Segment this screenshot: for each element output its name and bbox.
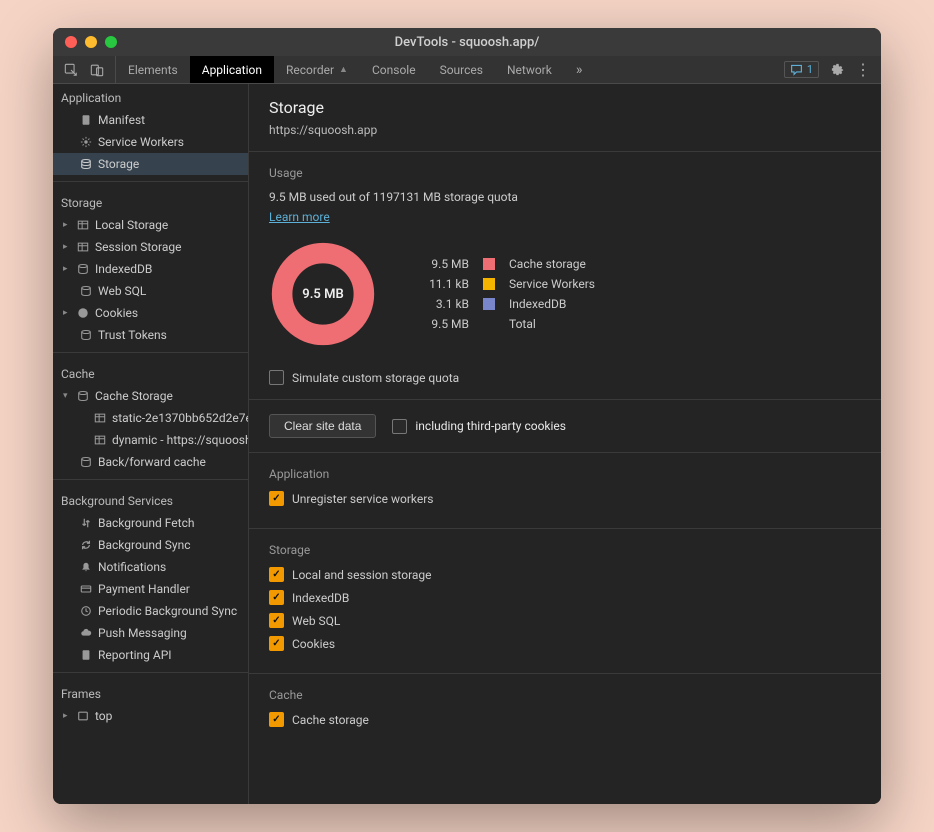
database-icon xyxy=(79,455,93,469)
window-title: DevTools - squoosh.app/ xyxy=(53,35,881,50)
sidebar-item-periodic-sync[interactable]: Periodic Background Sync xyxy=(53,600,248,622)
legend-swatch-sw xyxy=(483,278,495,290)
sidebar-item-service-workers[interactable]: Service Workers xyxy=(53,131,248,153)
issues-badge[interactable]: 1 xyxy=(784,61,819,78)
more-icon[interactable]: ⋮ xyxy=(855,62,871,78)
clear-site-data-button[interactable]: Clear site data xyxy=(269,414,376,438)
tab-network[interactable]: Network xyxy=(495,56,564,83)
tab-elements[interactable]: Elements xyxy=(116,56,190,83)
document-icon xyxy=(79,113,93,127)
simulate-quota-label: Simulate custom storage quota xyxy=(292,371,459,385)
panel-tabs: Elements Application Recorder▲ Console S… xyxy=(116,56,594,83)
devtools-window: DevTools - squoosh.app/ Elements Applica… xyxy=(53,28,881,804)
sidebar-item-websql[interactable]: Web SQL xyxy=(53,280,248,302)
table-icon xyxy=(76,240,90,254)
usage-section: Usage 9.5 MB used out of 1197131 MB stor… xyxy=(249,152,881,400)
learn-more-link[interactable]: Learn more xyxy=(269,210,330,224)
inspect-icon[interactable] xyxy=(63,62,79,78)
sidebar-item-payment[interactable]: Payment Handler xyxy=(53,578,248,600)
legend-swatch-idb xyxy=(483,298,495,310)
sidebar-item-bfcache[interactable]: Back/forward cache xyxy=(53,451,248,473)
sidebar-item-session-storage[interactable]: Session Storage xyxy=(53,236,248,258)
sidebar-item-cookies[interactable]: Cookies xyxy=(53,302,248,324)
tab-console[interactable]: Console xyxy=(360,56,428,83)
simulate-quota-checkbox[interactable] xyxy=(269,370,284,385)
sidebar-section-frames: Frames xyxy=(53,679,248,705)
device-toolbar-icon[interactable] xyxy=(89,62,105,78)
table-icon xyxy=(76,218,90,232)
sidebar-item-cache-dynamic[interactable]: dynamic - https://squoosh… xyxy=(53,429,248,451)
tab-application[interactable]: Application xyxy=(190,56,274,83)
main-panel: Storage https://squoosh.app Usage 9.5 MB… xyxy=(249,84,881,804)
sidebar-item-notifications[interactable]: Notifications xyxy=(53,556,248,578)
database-icon xyxy=(79,328,93,342)
recorder-indicator-icon: ▲ xyxy=(339,64,348,75)
application-clear-section: Application Unregister service workers xyxy=(249,453,881,529)
database-icon xyxy=(79,157,93,171)
sidebar-item-bg-sync[interactable]: Background Sync xyxy=(53,534,248,556)
page-title: Storage xyxy=(269,98,861,117)
tab-recorder[interactable]: Recorder▲ xyxy=(274,56,360,83)
clear-section: Clear site data including third-party co… xyxy=(249,400,881,453)
cloud-icon xyxy=(79,626,93,640)
chk-cache-storage[interactable] xyxy=(269,712,284,727)
sidebar-section-storage: Storage xyxy=(53,188,248,214)
sidebar-item-cache-static[interactable]: static-2e1370bb652d2e7e… xyxy=(53,407,248,429)
tabs-overflow-icon[interactable]: » xyxy=(564,56,595,83)
database-icon xyxy=(76,389,90,403)
origin-url: https://squoosh.app xyxy=(269,123,861,137)
table-icon xyxy=(93,433,107,447)
database-icon xyxy=(79,284,93,298)
donut-center-label: 9.5 MB xyxy=(269,240,377,348)
sidebar-item-trust-tokens[interactable]: Trust Tokens xyxy=(53,324,248,346)
usage-donut-chart: 9.5 MB xyxy=(269,240,377,348)
bell-icon xyxy=(79,560,93,574)
transfer-icon xyxy=(79,516,93,530)
chk-unregister-sw[interactable] xyxy=(269,491,284,506)
sidebar-item-indexeddb[interactable]: IndexedDB xyxy=(53,258,248,280)
issues-count: 1 xyxy=(807,63,813,76)
top-toolbar: Elements Application Recorder▲ Console S… xyxy=(53,56,881,84)
card-icon xyxy=(79,582,93,596)
sidebar-item-bg-fetch[interactable]: Background Fetch xyxy=(53,512,248,534)
database-icon xyxy=(76,262,90,276)
usage-summary: 9.5 MB used out of 1197131 MB storage qu… xyxy=(269,190,861,204)
chk-indexeddb[interactable] xyxy=(269,590,284,605)
gear-icon[interactable] xyxy=(829,62,845,78)
sidebar-item-frame-top[interactable]: top xyxy=(53,705,248,727)
document-icon xyxy=(79,648,93,662)
sidebar-section-bgservices: Background Services xyxy=(53,486,248,512)
third-party-checkbox[interactable] xyxy=(392,419,407,434)
sidebar-item-cache-storage[interactable]: Cache Storage xyxy=(53,385,248,407)
sidebar-item-reporting[interactable]: Reporting API xyxy=(53,644,248,666)
chk-cookies[interactable] xyxy=(269,636,284,651)
tab-sources[interactable]: Sources xyxy=(428,56,495,83)
sync-icon xyxy=(79,538,93,552)
sidebar-item-manifest[interactable]: Manifest xyxy=(53,109,248,131)
usage-title: Usage xyxy=(269,166,861,180)
gear-small-icon xyxy=(79,135,93,149)
chk-local-session[interactable] xyxy=(269,567,284,582)
frame-icon xyxy=(76,709,90,723)
cache-clear-section: Cache Cache storage xyxy=(249,674,881,749)
sidebar-item-storage[interactable]: Storage xyxy=(53,153,248,175)
usage-legend: 9.5 MBCache storage 11.1 kBService Worke… xyxy=(417,257,595,331)
cookie-icon xyxy=(76,306,90,320)
sidebar-item-local-storage[interactable]: Local Storage xyxy=(53,214,248,236)
titlebar: DevTools - squoosh.app/ xyxy=(53,28,881,56)
table-icon xyxy=(93,411,107,425)
storage-clear-section: Storage Local and session storage Indexe… xyxy=(249,529,881,674)
sidebar: Application Manifest Service Workers Sto… xyxy=(53,84,249,804)
legend-swatch-cache xyxy=(483,258,495,270)
sidebar-item-push[interactable]: Push Messaging xyxy=(53,622,248,644)
third-party-label: including third-party cookies xyxy=(415,419,566,433)
sidebar-section-cache: Cache xyxy=(53,359,248,385)
clock-icon xyxy=(79,604,93,618)
sidebar-section-application: Application xyxy=(53,84,248,109)
chk-websql[interactable] xyxy=(269,613,284,628)
